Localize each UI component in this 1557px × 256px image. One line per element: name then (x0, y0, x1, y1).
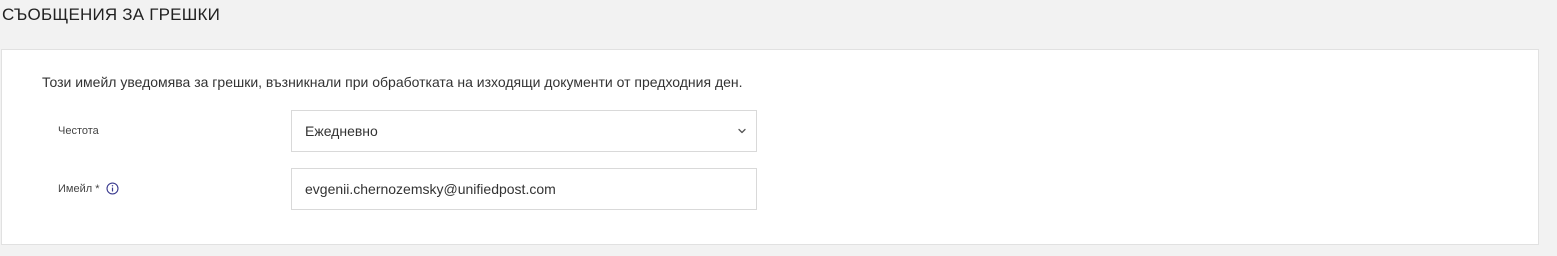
email-input[interactable] (305, 181, 735, 197)
frequency-select[interactable]: Ежедневно (291, 110, 757, 152)
frequency-label: Честота (58, 125, 99, 137)
error-notifications-card: Този имейл уведомява за грешки, възникна… (1, 49, 1539, 245)
email-field[interactable] (291, 168, 757, 210)
card-description: Този имейл уведомява за грешки, възникна… (42, 74, 743, 90)
chevron-down-icon (738, 128, 746, 134)
email-label: Имейл * (58, 182, 119, 195)
frequency-label-text: Честота (58, 125, 99, 137)
email-label-text: Имейл * (58, 182, 100, 195)
frequency-selected-value: Ежедневно (305, 123, 378, 139)
section-title: СЪОБЩЕНИЯ ЗА ГРЕШКИ (2, 5, 221, 24)
page: СЪОБЩЕНИЯ ЗА ГРЕШКИ Този имейл уведомява… (0, 0, 1557, 256)
info-icon[interactable] (105, 182, 119, 195)
